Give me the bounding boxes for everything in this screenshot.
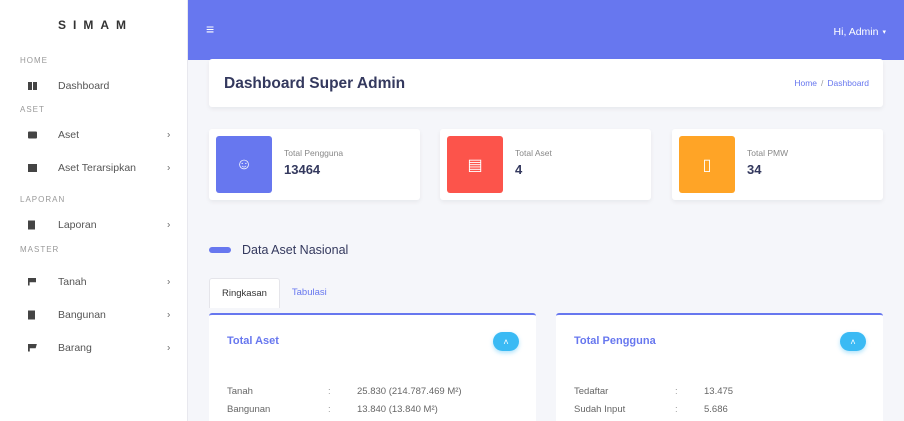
chevron-right-icon: › — [167, 309, 171, 320]
user-greeting: Hi, Admin — [833, 26, 879, 38]
stat-label: Total Aset — [515, 148, 552, 158]
chevron-right-icon: › — [167, 162, 171, 173]
panel-total-pengguna: Total Pengguna ˄ Tedaftar : 13.475 Sudah… — [556, 313, 883, 421]
sidebar-item-aset[interactable]: Aset › — [0, 118, 187, 151]
data-row: Tanah : 25.830 (214.787.469 M²) — [227, 385, 527, 399]
stat-value: 34 — [747, 162, 762, 177]
breadcrumb: Home / Dashboard — [794, 78, 869, 88]
document-icon: ▯ — [679, 136, 735, 193]
tab-bar: Ringkasan Tabulasi — [209, 278, 339, 308]
hamburger-menu-icon[interactable]: ≡ — [206, 22, 214, 36]
chevron-right-icon: › — [167, 129, 171, 140]
collapse-button[interactable]: ˄ — [493, 332, 519, 351]
row-separator: : — [328, 386, 331, 397]
breadcrumb-separator: / — [821, 78, 824, 88]
sidebar-item-aset-terarsipkan[interactable]: Aset Terarsipkan › — [0, 151, 187, 184]
flag-icon — [28, 277, 36, 286]
topbar: ≡ Hi, Admin ▾ — [188, 0, 904, 60]
sidebar-item-label: Aset — [58, 128, 80, 141]
sidebar-item-dashboard[interactable]: Dashboard — [0, 69, 187, 102]
caret-down-icon: ▾ — [882, 29, 886, 37]
stat-label: Total PMW — [747, 148, 789, 158]
collapse-button[interactable]: ˄ — [840, 332, 866, 351]
row-key: Tanah — [227, 386, 253, 397]
stat-value: 4 — [515, 162, 523, 177]
panel-title: Total Pengguna — [574, 335, 656, 347]
section-home: HOME — [20, 56, 48, 65]
cart-icon — [28, 343, 37, 352]
breadcrumb-current: Dashboard — [827, 78, 869, 88]
panel-title: Total Aset — [227, 335, 279, 347]
data-row: Bangunan : 13.840 (13.840 M²) — [227, 403, 527, 417]
section-laporan: LAPORAN — [20, 195, 66, 204]
sidebar-item-laporan[interactable]: Laporan › — [0, 208, 187, 241]
sidebar-item-barang[interactable]: Barang › — [0, 331, 187, 364]
stat-label: Total Pengguna — [284, 148, 344, 158]
sidebar-item-label: Bangunan — [58, 308, 106, 321]
file-icon — [28, 220, 35, 229]
stat-card-pengguna: ☺ Total Pengguna 13464 — [209, 129, 420, 200]
sidebar-item-label: Tanah — [58, 275, 87, 288]
row-value: 13.475 — [704, 386, 734, 397]
sidebar-item-label: Dashboard — [58, 79, 110, 92]
section-title: Data Aset Nasional — [242, 243, 349, 257]
row-key: Bangunan — [227, 404, 271, 415]
row-value: 5.686 — [704, 404, 728, 415]
section-accent-bar — [209, 247, 231, 253]
folder-icon — [28, 131, 37, 138]
id-card-icon: ▤ — [447, 136, 503, 193]
stat-value: 13464 — [284, 162, 321, 177]
user-dropdown[interactable]: Hi, Admin ▾ — [834, 26, 886, 38]
panel-total-aset: Total Aset ˄ Tanah : 25.830 (214.787.469… — [209, 313, 536, 421]
data-row: Sudah Input : 5.686 — [574, 403, 874, 417]
chevron-right-icon: › — [167, 342, 171, 353]
row-separator: : — [328, 404, 331, 415]
tab-tabulasi[interactable]: Tabulasi — [280, 278, 339, 308]
sidebar-item-label: Barang — [58, 341, 92, 354]
row-value: 13.840 (13.840 M²) — [357, 404, 438, 415]
row-key: Tedaftar — [574, 386, 609, 397]
data-row: Tedaftar : 13.475 — [574, 385, 874, 399]
sidebar-item-bangunan[interactable]: Bangunan › — [0, 298, 187, 331]
stat-card-pmw: ▯ Total PMW 34 — [672, 129, 883, 200]
row-separator: : — [675, 404, 678, 415]
stat-card-aset: ▤ Total Aset 4 — [440, 129, 651, 200]
building-icon — [28, 310, 35, 319]
section-aset: ASET — [20, 105, 45, 114]
sidebar-item-label: Aset Terarsipkan — [58, 161, 137, 174]
user-icon: ☺ — [216, 136, 272, 193]
grid-icon — [28, 81, 37, 90]
page-header: Dashboard Super Admin Home / Dashboard — [209, 59, 883, 107]
row-value: 25.830 (214.787.469 M²) — [357, 386, 462, 397]
breadcrumb-home-link[interactable]: Home — [794, 78, 817, 88]
chevron-right-icon: › — [167, 219, 171, 230]
sidebar-item-label: Laporan — [58, 218, 97, 231]
archive-icon — [28, 163, 37, 172]
row-key: Sudah Input — [574, 404, 626, 415]
section-master: MASTER — [20, 245, 60, 254]
brand-logo[interactable]: SIMAM — [0, 0, 187, 50]
row-separator: : — [675, 386, 678, 397]
sidebar-item-tanah[interactable]: Tanah › — [0, 265, 187, 298]
section-heading: Data Aset Nasional — [209, 241, 348, 259]
sidebar: SIMAM HOME Dashboard ASET Aset › Aset Te… — [0, 0, 188, 421]
chevron-right-icon: › — [167, 276, 171, 287]
tab-ringkasan[interactable]: Ringkasan — [209, 278, 280, 308]
page-title: Dashboard Super Admin — [224, 75, 406, 92]
